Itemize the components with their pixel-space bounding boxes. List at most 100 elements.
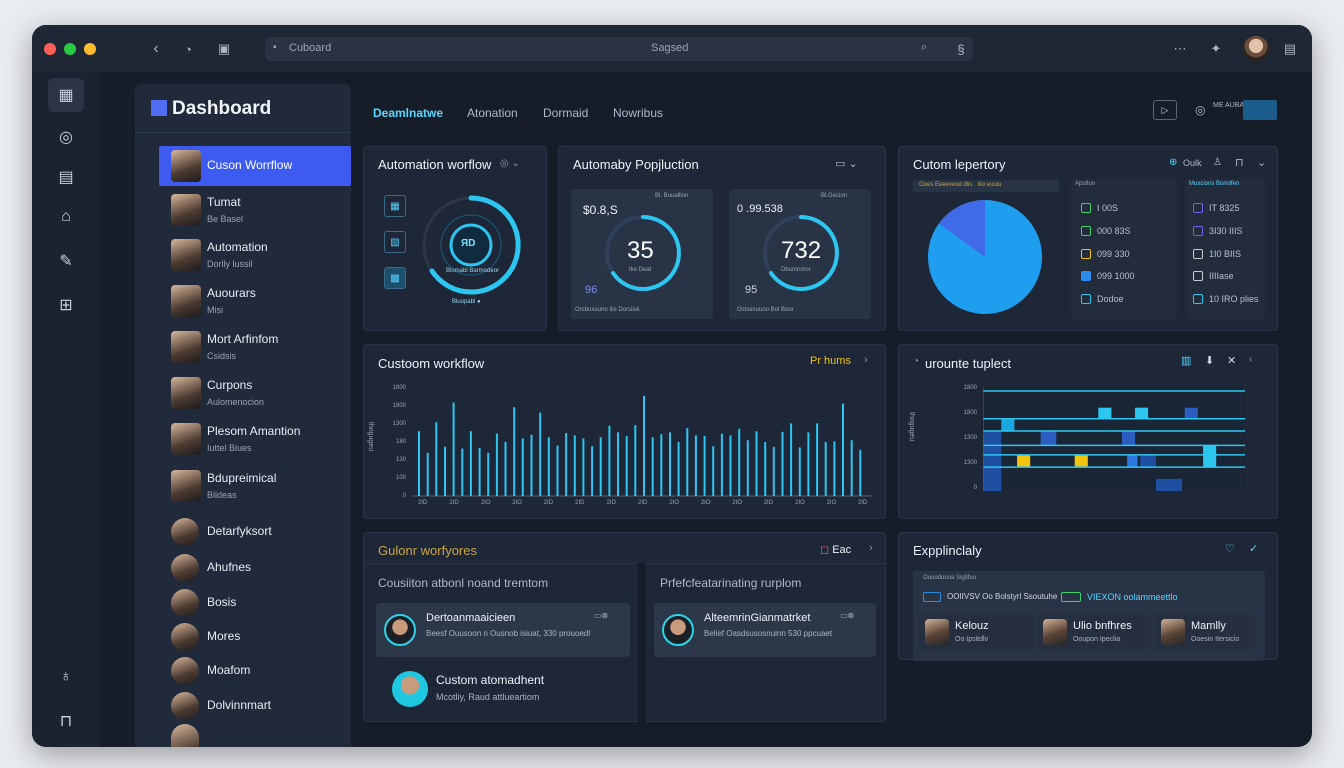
user-avatar[interactable] — [1243, 36, 1269, 62]
x-tick-label: 2IO — [826, 500, 837, 506]
lock-icon[interactable]: ⌂ — [48, 200, 84, 234]
sidebar-item-6[interactable]: Plesom Amantion Iuttel Biues — [159, 419, 351, 459]
minimize-window-button[interactable] — [84, 43, 96, 55]
extension-icon[interactable]: § — [950, 38, 972, 60]
x-tick-label: 2IO — [669, 500, 680, 506]
export-button[interactable] — [1243, 100, 1277, 120]
download-icon[interactable]: ⬇ — [1205, 354, 1214, 367]
uurounte-bar — [1135, 407, 1149, 419]
secure-icon[interactable]: ⊓ — [48, 704, 84, 738]
workflow-bar — [634, 425, 637, 496]
refresh-icon[interactable]: ⊕ — [1169, 157, 1177, 168]
analytics-icon[interactable]: ◎ — [48, 120, 84, 154]
top-navigation: Deamlnatwe Atonation Dormaid Nowribus ▷ … — [363, 84, 1279, 134]
tabs-icon[interactable]: ▣ — [214, 39, 234, 59]
gauge-caption: Blomabl Barmodeor — [446, 268, 500, 274]
chart-status-icon: ◔ — [913, 356, 920, 367]
pie-header-a: Goes Eeeevesd dlis — [919, 182, 973, 188]
shield-icon[interactable]: ♡ — [1225, 542, 1235, 555]
address-bar[interactable]: ▪ Cuboard Sagsed ⌕ — [265, 37, 973, 61]
sidebar-item-2[interactable]: Automation Dorlly lussil — [159, 235, 351, 275]
person-chip[interactable]: Ulio bnfhres Ooupon Ipeclia — [1037, 614, 1151, 650]
workflow-row[interactable]: Custom atomadhent Mcotliy, Raud attluear… — [386, 667, 626, 711]
chevron-right-icon[interactable]: › — [869, 542, 873, 554]
close-icon[interactable]: ✕ — [1227, 354, 1236, 367]
calendar-icon[interactable]: ▤ — [48, 160, 84, 194]
y-tick-label: 1300 — [392, 421, 406, 427]
row-title: AlteemrinGianmatrket — [704, 612, 811, 624]
bell-icon[interactable]: ♁ — [48, 660, 84, 694]
workflow-bar — [591, 446, 594, 496]
sidebar-item-5[interactable]: Curpons Aulomenocion — [159, 373, 351, 413]
sidebar-item-3[interactable]: Auourars Misi — [159, 281, 351, 321]
metric-sub-value: 96 — [585, 284, 598, 296]
chip-text: VIEXON oolammeettlo — [1087, 592, 1178, 602]
close-window-button[interactable] — [44, 43, 56, 55]
home-icon[interactable]: ▦ — [48, 78, 84, 112]
sidebar-item-4[interactable]: Mort Arfinfom Csidsis — [159, 327, 351, 367]
sidebar-item-label: Automation — [207, 240, 268, 254]
sidebar-item-sub: Bildeas — [207, 490, 237, 500]
maximize-window-button[interactable] — [64, 43, 76, 55]
person-chip[interactable]: Kelouz Oo Ipsitdlv — [919, 614, 1033, 650]
workflow-bar — [669, 432, 671, 496]
action-area[interactable]: ◻ Eac — [820, 543, 851, 556]
avatar — [171, 589, 199, 617]
row-menu-icon[interactable]: ▭⊗ — [594, 611, 608, 620]
tab-dormaid[interactable]: Dormaid — [543, 106, 588, 120]
sidebar-item-7[interactable]: Bdupreimical Bildeas — [159, 466, 351, 506]
tab-deamlnatwe[interactable]: Deamlnatwe — [373, 106, 443, 120]
history-icon[interactable]: ◔ — [178, 39, 198, 59]
workflow-bar — [798, 447, 801, 496]
workflow-row[interactable]: Dertoanmaaicieen Beesf Ouusoon n Ousnob … — [376, 603, 630, 657]
edit-icon[interactable]: ✎ — [48, 244, 84, 278]
chart-icon[interactable]: ▧ — [384, 231, 406, 253]
options-icon[interactable]: ◎ ⌄ — [500, 158, 520, 169]
more-icon[interactable]: ⋯ — [1170, 39, 1190, 59]
sidebar-item-13[interactable]: Dolvinnmart — [159, 686, 351, 726]
tab-nowribus[interactable]: Nowribus — [613, 106, 663, 120]
person-chip[interactable]: Mamlly Ooesin Itersicio — [1155, 614, 1255, 650]
chart-action-link[interactable]: Pr hums — [810, 355, 851, 367]
row-menu-icon[interactable]: ▭⊗ — [840, 611, 854, 620]
card-title: Automaby Popjluction — [573, 157, 699, 172]
grid-icon[interactable]: ▦ — [384, 195, 406, 217]
sidebar-item-8[interactable]: Detarfyksort — [159, 512, 351, 552]
x-tick-label: 2ID — [418, 500, 428, 506]
play-icon[interactable]: ▷ — [1153, 100, 1177, 120]
expand-icon[interactable]: ‹ — [1249, 354, 1252, 365]
image-icon[interactable]: ▭ ⌄ — [835, 157, 858, 170]
sidebar-item-9[interactable]: Ahufnes — [159, 548, 351, 588]
expplinclaly-card: Expplinclaly ♡ ✓ Ouuoduuoa Sigtifuu OOII… — [898, 532, 1278, 661]
grid-view-icon[interactable]: ▥ — [1181, 354, 1191, 367]
layers-icon[interactable]: ▩ — [384, 267, 406, 289]
card-title: urounte tuplect — [925, 356, 1012, 371]
legend-item: 3I30 IIIS — [1193, 226, 1243, 236]
chevron-right-icon[interactable]: › — [864, 354, 868, 366]
workflow-bar — [452, 402, 455, 496]
chip-icon — [1061, 592, 1081, 602]
lock-small-icon[interactable]: ⊓ — [1235, 156, 1244, 169]
sidebar-item-0[interactable]: Cuson Worrflow — [159, 146, 351, 186]
back-icon[interactable]: ‹ — [146, 39, 166, 59]
legend-label: 3I30 IIIS — [1209, 226, 1243, 236]
puzzle-icon[interactable]: ✦ — [1206, 39, 1226, 59]
app-window: ‹ ◔ ▣ ▪ Cuboard Sagsed ⌕ § ⋯ ✦ ▤ ▦ ◎ ▤ ⌂… — [32, 25, 1312, 747]
chevron-down-icon[interactable]: ⌄ — [1257, 156, 1266, 169]
search-icon[interactable]: ⌕ — [921, 41, 927, 54]
settings-icon[interactable]: ◎ — [1195, 103, 1205, 117]
pin-icon[interactable]: ♙ — [1213, 157, 1222, 168]
dashboard-logo-icon — [151, 100, 167, 116]
workflow-bar — [859, 449, 862, 496]
workflow-row[interactable]: AlteemrinGianmatrket Belief Oasdsusosnui… — [654, 603, 876, 657]
sidebar-item-label: Plesom Amantion — [207, 424, 301, 438]
verified-icon[interactable]: ✓ — [1249, 542, 1258, 555]
sidebar-item-1[interactable]: Tumat Be Basel — [159, 190, 351, 230]
sidebar-item-12[interactable]: Moafom — [159, 651, 351, 691]
y-tick-label: 1300 — [963, 460, 977, 466]
chip-text: OOIIVSV Oo Bolstyrl Ssoutuhe — [947, 592, 1058, 601]
tab-atonation[interactable]: Atonation — [467, 106, 518, 120]
bag-icon[interactable]: ⊞ — [48, 288, 84, 322]
x-tick-label: 2ID — [543, 500, 554, 506]
sidebar-toggle-icon[interactable]: ▤ — [1280, 39, 1300, 59]
